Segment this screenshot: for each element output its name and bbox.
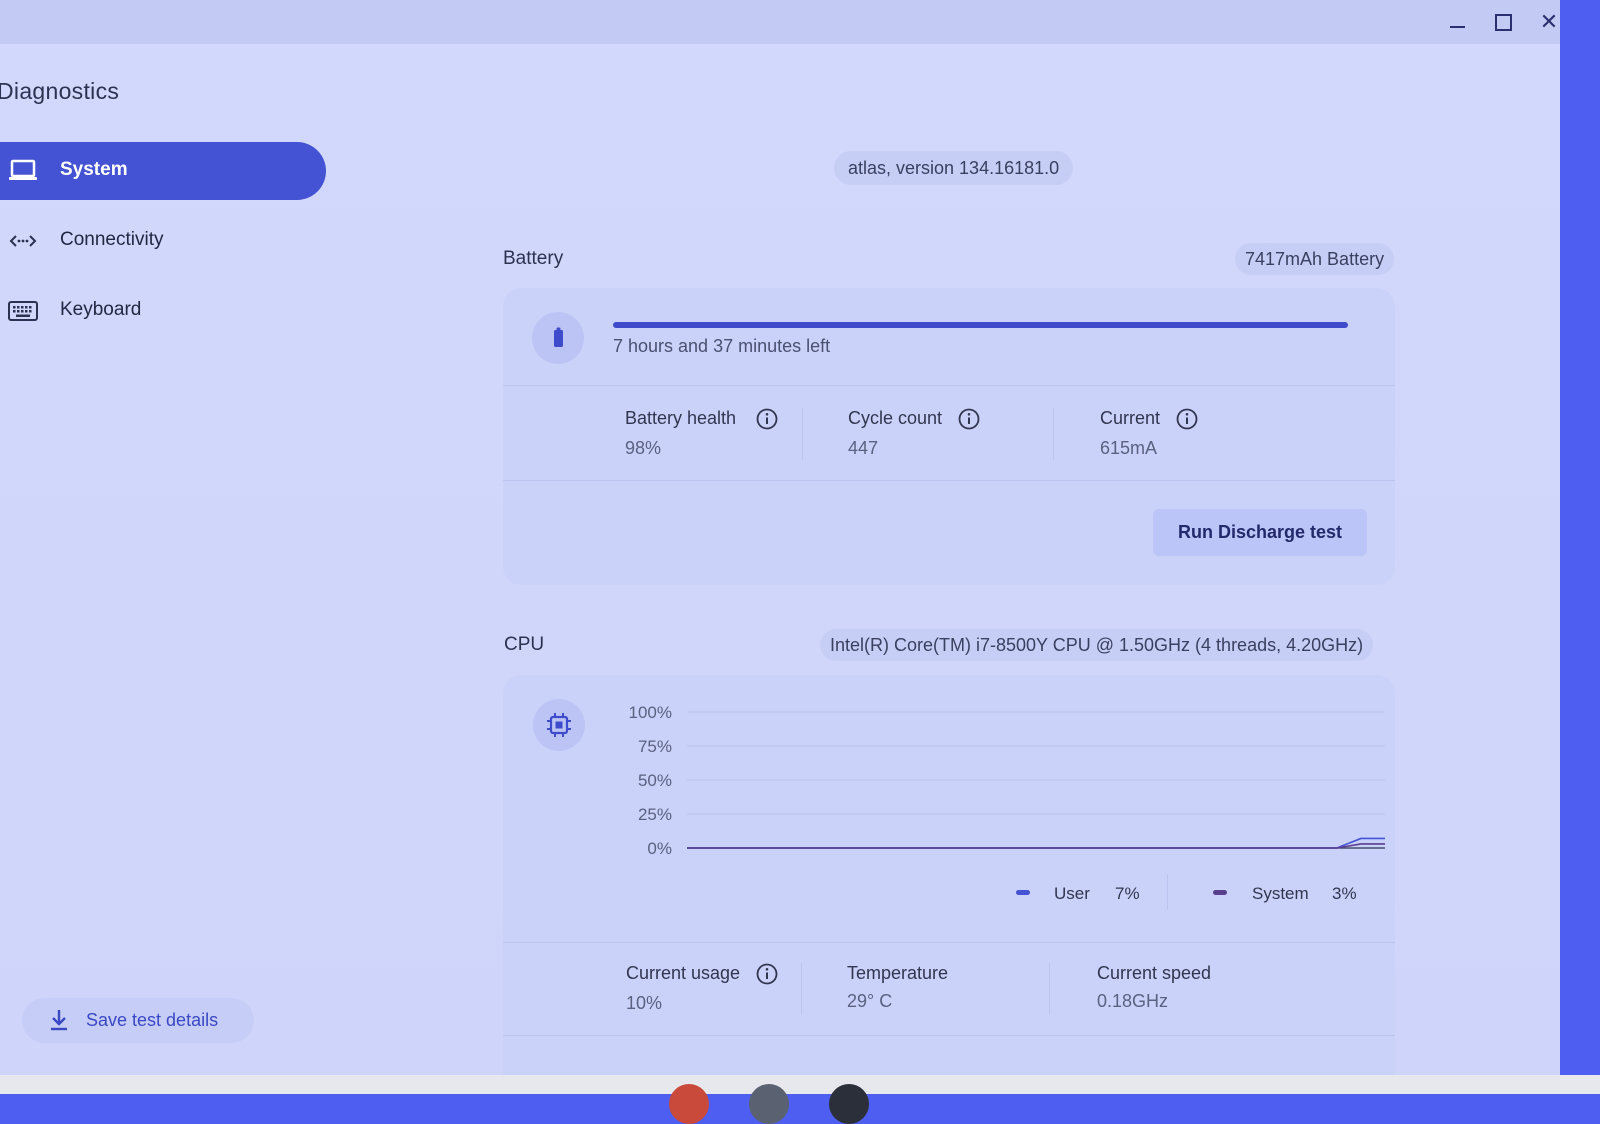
current-speed-label: Current speed <box>1097 963 1212 983</box>
legend-user-label: User <box>1054 884 1090 903</box>
y-tick-label: 25% <box>638 805 672 824</box>
cycle-count-label: Cycle count <box>848 408 943 428</box>
sidebar-item-connectivity[interactable]: Connectivity <box>0 212 326 270</box>
divider <box>503 480 1395 481</box>
stat-separator <box>801 963 802 1015</box>
current-label: Current <box>1100 408 1161 428</box>
current-usage-label: Current usage <box>626 963 741 983</box>
battery-section-title: Battery <box>503 248 564 269</box>
maximize-icon[interactable] <box>1489 8 1517 36</box>
series-line-user <box>687 837 1385 849</box>
run-discharge-test-button[interactable]: Run Discharge test <box>1153 509 1367 556</box>
app-title: Diagnostics <box>0 78 120 104</box>
y-tick-label: 50% <box>638 771 672 790</box>
stat-separator <box>802 408 803 460</box>
temperature-label: Temperature <box>847 963 949 983</box>
y-tick-label: 75% <box>638 737 672 756</box>
close-icon[interactable]: ✕ <box>1535 8 1560 36</box>
legend-user-swatch <box>1016 890 1030 895</box>
battery-icon <box>554 327 563 347</box>
info-icon[interactable] <box>1176 408 1198 430</box>
sidebar-item-keyboard[interactable]: Keyboard <box>0 282 326 340</box>
legend-system-value: 3% <box>1332 884 1357 903</box>
shelf-app-icon[interactable] <box>749 1084 789 1124</box>
cycle-count-value: 447 <box>848 438 879 458</box>
current-usage-value: 10% <box>626 993 663 1013</box>
info-icon[interactable] <box>756 408 778 430</box>
current-speed-value: 0.18GHz <box>1097 991 1169 1011</box>
code-arrows-icon <box>9 235 37 247</box>
temperature-value: 29° C <box>847 991 893 1011</box>
download-icon <box>51 1010 67 1031</box>
title-bar: ✕ <box>0 0 1560 44</box>
sidebar-item-system[interactable]: System <box>0 142 326 200</box>
shelf <box>0 1075 1600 1094</box>
battery-time-left: 7 hours and 37 minutes left <box>613 336 831 356</box>
laptop-icon <box>9 159 37 180</box>
sidebar-item-label: Connectivity <box>60 229 164 250</box>
y-tick-label: 100% <box>629 703 672 722</box>
info-icon[interactable] <box>756 963 778 985</box>
diagnostics-window: ✕ Diagnostics System Connectivity Keyboa… <box>0 0 1560 1075</box>
battery-icon-container <box>532 312 584 364</box>
legend-system-swatch <box>1213 890 1227 895</box>
divider <box>503 1035 1395 1036</box>
version-chip: atlas, version 134.16181.0 <box>834 151 1074 185</box>
save-test-details-label: Save test details <box>86 1010 219 1030</box>
info-icon[interactable] <box>958 408 980 430</box>
minimize-icon[interactable] <box>1443 8 1471 36</box>
divider <box>503 942 1395 943</box>
stat-separator <box>1049 963 1050 1015</box>
y-tick-label: 0% <box>647 839 672 858</box>
battery-charge-bar <box>613 322 1348 328</box>
battery-charge-fill <box>613 322 1348 328</box>
legend-user-value: 7% <box>1115 884 1140 903</box>
divider <box>503 385 1395 386</box>
current-value: 615mA <box>1100 438 1158 458</box>
cpu-section-title: CPU <box>504 634 545 655</box>
shelf-app-icon[interactable] <box>829 1084 869 1124</box>
stat-separator <box>1053 408 1054 460</box>
legend-separator <box>1167 874 1168 910</box>
shelf-app-icon[interactable] <box>669 1084 709 1124</box>
battery-health-label: Battery health <box>625 408 737 428</box>
cpu-chip-icon <box>547 713 571 737</box>
series-line-system <box>687 843 1385 849</box>
sidebar-item-label: Keyboard <box>60 299 142 320</box>
battery-health-value: 98% <box>625 438 662 458</box>
keyboard-icon <box>8 301 38 321</box>
cpu-model-chip: Intel(R) Core(TM) i7-8500Y CPU @ 1.50GHz… <box>820 629 1374 661</box>
cpu-icon-container <box>533 699 585 751</box>
sidebar-item-label: System <box>60 159 128 180</box>
legend-system-label: System <box>1252 884 1309 903</box>
save-test-details-button[interactable]: Save test details <box>22 998 254 1043</box>
battery-capacity-chip: 7417mAh Battery <box>1235 243 1395 275</box>
